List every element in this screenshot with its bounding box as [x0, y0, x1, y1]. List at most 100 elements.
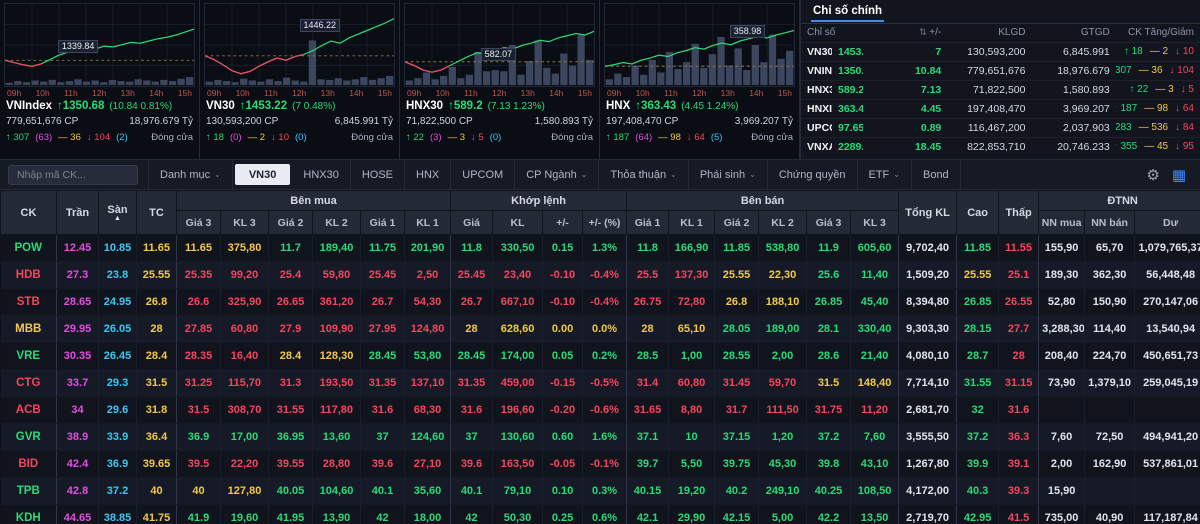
price-cell[interactable]: 40.15	[627, 478, 669, 505]
price-cell[interactable]: 27.95	[361, 316, 405, 343]
tab-hnx30[interactable]: HNX30	[292, 160, 350, 189]
price-cell[interactable]: 29,90	[669, 505, 715, 524]
price-cell[interactable]: 39.6	[361, 451, 405, 478]
price-cell[interactable]: 166,90	[669, 235, 715, 262]
price-cell[interactable]: 10	[669, 424, 715, 451]
price-cell[interactable]: 361,20	[313, 289, 361, 316]
price-cell[interactable]: 45,40	[851, 289, 899, 316]
ticker-symbol[interactable]: TPB	[1, 478, 57, 505]
price-cell[interactable]: 21,40	[851, 343, 899, 370]
price-cell[interactable]: 31.35	[361, 370, 405, 397]
price-cell[interactable]: 65,10	[669, 316, 715, 343]
price-cell[interactable]: 27.85	[177, 316, 221, 343]
price-cell[interactable]: 39.55	[269, 451, 313, 478]
price-cell[interactable]: 39.5	[177, 451, 221, 478]
index-row-vnxall[interactable]: VNXALL2289.0218.45822,853,71020,746.233↑…	[801, 137, 1200, 156]
price-cell[interactable]: 36.95	[269, 424, 313, 451]
price-cell[interactable]: 40.1	[361, 478, 405, 505]
price-cell[interactable]: 115,70	[221, 370, 269, 397]
price-cell[interactable]: 11,20	[851, 397, 899, 424]
price-cell[interactable]: 11.9	[807, 235, 851, 262]
price-cell[interactable]: 7,60	[851, 424, 899, 451]
price-cell[interactable]: 13,50	[851, 505, 899, 524]
index-row-hnxindex[interactable]: HNXINDEX363.434.45197,408,4703,969.207↑ …	[801, 99, 1200, 118]
price-cell[interactable]: 104,60	[313, 478, 361, 505]
price-cell[interactable]: 39.75	[715, 451, 759, 478]
ticker-row-stb[interactable]: STB28.6524.9526.826.6325,9026.65361,2026…	[1, 289, 1200, 316]
price-cell[interactable]: 26.8	[715, 289, 759, 316]
price-cell[interactable]: 40.05	[269, 478, 313, 505]
price-cell[interactable]: 308,70	[221, 397, 269, 424]
tab-th-a-thu-n[interactable]: Thỏa thuận⌄	[599, 160, 688, 189]
layout-grid-icon[interactable]: ▦	[1172, 166, 1186, 184]
price-cell[interactable]: 28.45	[361, 343, 405, 370]
price-cell[interactable]: 45,30	[759, 451, 807, 478]
price-cell[interactable]: 117,80	[313, 397, 361, 424]
price-cell[interactable]: 42.15	[715, 505, 759, 524]
price-cell[interactable]: 60,80	[669, 370, 715, 397]
price-cell[interactable]: 28,80	[313, 451, 361, 478]
price-cell[interactable]: 28.4	[269, 343, 313, 370]
price-cell[interactable]: 11,40	[851, 262, 899, 289]
ticker-symbol[interactable]: ACB	[1, 397, 57, 424]
tab-danh-m-c[interactable]: Danh mục⌄	[148, 160, 233, 189]
price-cell[interactable]: 28.55	[715, 343, 759, 370]
price-cell[interactable]: 11.75	[361, 235, 405, 262]
price-cell[interactable]: 128,30	[313, 343, 361, 370]
price-cell[interactable]: 31.25	[177, 370, 221, 397]
price-cell[interactable]: 189,00	[759, 316, 807, 343]
price-cell[interactable]: 148,40	[851, 370, 899, 397]
price-cell[interactable]: 375,80	[221, 235, 269, 262]
price-cell[interactable]: 41.95	[269, 505, 313, 524]
price-cell[interactable]: 39.8	[807, 451, 851, 478]
price-cell[interactable]: 5,50	[669, 451, 715, 478]
price-cell[interactable]: 25.4	[269, 262, 313, 289]
tab-hose[interactable]: HOSE	[351, 160, 405, 189]
price-cell[interactable]: 28.35	[177, 343, 221, 370]
ticker-row-pow[interactable]: POW12.4510.8511.6511.65375,8011.7189,401…	[1, 235, 1200, 262]
price-cell[interactable]: 36.9	[177, 424, 221, 451]
price-cell[interactable]: 37.1	[627, 424, 669, 451]
tab-vn30[interactable]: VN30	[235, 164, 291, 185]
price-cell[interactable]: 28.05	[715, 316, 759, 343]
price-cell[interactable]: 137,10	[405, 370, 451, 397]
ticker-symbol[interactable]: CTG	[1, 370, 57, 397]
ticker-row-gvr[interactable]: GVR38.933.936.436.917,0036.9513,6037124,…	[1, 424, 1200, 451]
price-cell[interactable]: 25.35	[177, 262, 221, 289]
price-cell[interactable]: 201,90	[405, 235, 451, 262]
ticker-row-mbb[interactable]: MBB29.9526.052827.8560,8027.9109,9027.95…	[1, 316, 1200, 343]
price-cell[interactable]: 11.65	[177, 235, 221, 262]
price-cell[interactable]: 26.7	[361, 289, 405, 316]
price-cell[interactable]: 25.6	[807, 262, 851, 289]
ticker-symbol[interactable]: BID	[1, 451, 57, 478]
price-cell[interactable]: 31.75	[807, 397, 851, 424]
ticker-symbol[interactable]: KDH	[1, 505, 57, 524]
tab-ch-ng-quy-n[interactable]: Chứng quyền	[768, 160, 858, 189]
price-cell[interactable]: 28	[627, 316, 669, 343]
price-cell[interactable]: 325,90	[221, 289, 269, 316]
price-cell[interactable]: 188,10	[759, 289, 807, 316]
ticker-row-tpb[interactable]: TPB42.837.24040127,8040.05104,6040.135,6…	[1, 478, 1200, 505]
price-cell[interactable]: 37	[361, 424, 405, 451]
tab-ph-i-sinh[interactable]: Phái sinh⌄	[689, 160, 768, 189]
price-cell[interactable]: 53,80	[405, 343, 451, 370]
price-cell[interactable]: 31.5	[807, 370, 851, 397]
price-cell[interactable]: 538,80	[759, 235, 807, 262]
tab-etf[interactable]: ETF⌄	[858, 160, 912, 189]
price-cell[interactable]: 31.5	[177, 397, 221, 424]
index-row-vnindex[interactable]: VNINDEX1350.6810.84779,651,67618,976.679…	[801, 61, 1200, 80]
price-cell[interactable]: 31.4	[627, 370, 669, 397]
price-cell[interactable]: 99,20	[221, 262, 269, 289]
price-cell[interactable]: 8,80	[669, 397, 715, 424]
chart-panel-vn30[interactable]: 1446.2209h10h11h12h13h14h15hVN30↑1453.22…	[200, 0, 400, 159]
price-cell[interactable]: 5,00	[759, 505, 807, 524]
price-cell[interactable]: 28.6	[807, 343, 851, 370]
price-cell[interactable]: 11.8	[627, 235, 669, 262]
price-cell[interactable]: 31.45	[715, 370, 759, 397]
price-cell[interactable]: 39.7	[627, 451, 669, 478]
price-cell[interactable]: 19,60	[221, 505, 269, 524]
price-cell[interactable]: 40.25	[807, 478, 851, 505]
price-cell[interactable]: 26.65	[269, 289, 313, 316]
tab-bond[interactable]: Bond	[912, 160, 961, 189]
price-cell[interactable]: 137,30	[669, 262, 715, 289]
